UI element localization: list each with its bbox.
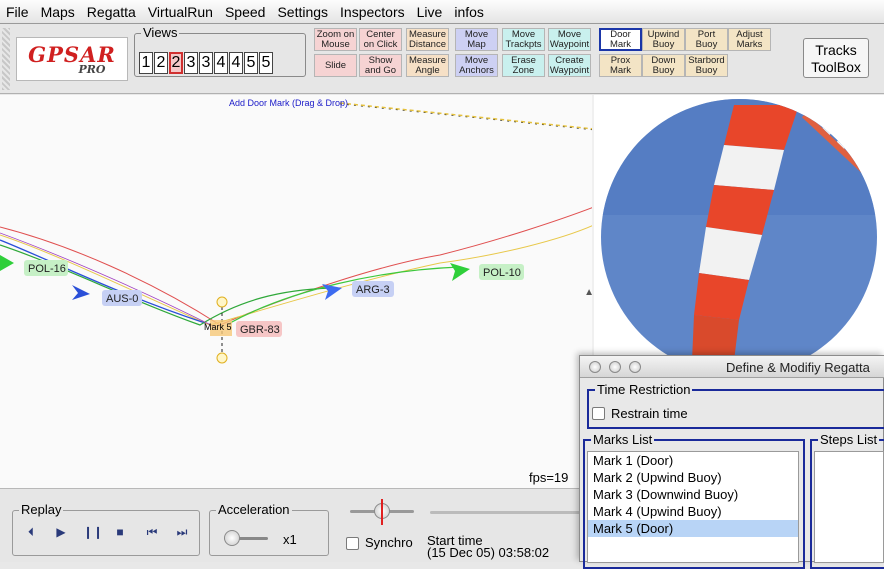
list-item[interactable]: Mark 1 (Door) [588,452,798,469]
view-button[interactable]: 2 [154,52,168,74]
time-restriction-title: Time Restriction [595,382,693,397]
move-trackpts-button[interactable]: Move Trackpts [502,28,545,51]
step-back-icon[interactable]: ⏴ [24,525,38,539]
door-mark-button[interactable]: Door Mark [599,28,642,51]
list-item[interactable]: Mark 2 (Upwind Buoy) [588,469,798,486]
zoom-window-icon[interactable] [629,361,641,373]
marks-list-title: Marks List [591,432,655,447]
windsock-image [601,99,877,361]
adjust-marks-button[interactable]: Adjust Marks [728,28,771,51]
view-button[interactable]: 4 [214,52,228,74]
pause-icon[interactable]: ❙❙ [83,525,103,539]
windsock-photo [594,95,884,361]
view-button[interactable]: 3 [184,52,198,74]
fast-forward-icon[interactable]: ⏭ [172,525,192,539]
replay-title: Replay [19,502,64,517]
list-item-selected[interactable]: Mark 5 (Door) [588,520,798,537]
timeline-track[interactable] [430,511,580,514]
down-buoy-button[interactable]: Down Buoy [642,54,685,77]
mark-5-label: Mark 5 [204,322,232,332]
tracks-toolbox-button[interactable]: Tracks ToolBox [803,38,869,78]
view-button-active[interactable]: 2 [169,52,183,74]
view-button[interactable]: 5 [244,52,258,74]
define-regatta-dialog: Define & Modifiy Regatta Time Restrictio… [579,355,884,569]
door-buoy-bottom-icon[interactable] [216,352,228,364]
menu-inspectors[interactable]: Inspectors [340,4,405,20]
map-hint: Add Door Mark (Drag & Drop) [229,98,348,108]
close-window-icon[interactable] [589,361,601,373]
boat-gbr83-label: GBR-83 [240,324,280,336]
rewind-icon[interactable]: ⏮ [142,525,162,539]
steps-list-title: Steps List [818,432,880,447]
views-title: Views [141,25,180,40]
starboard-buoy-button[interactable]: Starbord Buoy [685,54,728,77]
move-waypoint-button[interactable]: Move Waypoint [548,28,591,51]
track-pol10-green [229,266,461,324]
play-icon[interactable]: ▶ [54,525,68,539]
create-waypoint-button[interactable]: Create Waypoint [548,54,591,77]
boat-pol16-arrow-icon [0,255,14,271]
restrain-time-label: Restrain time [611,406,688,421]
measure-distance-button[interactable]: Measure Distance [406,28,449,51]
view-button[interactable]: 5 [259,52,273,74]
acceleration-value: x1 [283,532,297,547]
app-logo: GPSAR PRO [16,37,128,81]
menu-settings[interactable]: Settings [277,4,328,20]
time-slider-cursor [381,499,383,525]
menu-speed[interactable]: Speed [225,4,265,20]
view-button[interactable]: 1 [139,52,153,74]
menu-regatta[interactable]: Regatta [87,4,136,20]
slide-button[interactable]: Slide [314,54,357,77]
stop-icon[interactable]: ■ [113,525,127,539]
zoom-on-mouse-button[interactable]: Zoom on Mouse [314,28,357,51]
fps-counter: fps=19 [529,470,569,485]
menu-virtualrun[interactable]: VirtualRun [148,4,213,20]
synchro-checkbox[interactable] [346,537,359,550]
map-canvas[interactable]: Add Door Mark (Drag & Drop) Mark 5 POL-1… [0,95,594,488]
acceleration-title: Acceleration [216,502,292,517]
menu-file[interactable]: File [6,4,29,20]
measure-angle-button[interactable]: Measure Angle [406,54,449,77]
prox-mark-button[interactable]: Prox Mark [599,54,642,77]
list-item[interactable]: Mark 4 (Upwind Buoy) [588,503,798,520]
start-line [339,102,594,130]
boat-aus0-arrow-icon [72,285,90,300]
list-item[interactable]: Mark 3 (Downwind Buoy) [588,486,798,503]
boat-aus0-label: AUS-0 [106,293,138,305]
regatta-map[interactable]: Add Door Mark (Drag & Drop) Mark 5 POL-1… [0,95,594,488]
erase-zone-button[interactable]: Erase Zone [502,54,545,77]
steps-list[interactable] [814,451,884,563]
logo-subtext: PRO [78,63,106,76]
boat-pol16-label: POL-16 [28,263,66,275]
upwind-buoy-button[interactable]: Upwind Buoy [642,28,685,51]
menu-maps[interactable]: Maps [41,4,75,20]
synchro-label: Synchro [365,535,413,550]
boat-pol10-arrow-icon [450,263,470,281]
center-on-click-button[interactable]: Center on Click [359,28,402,51]
dialog-titlebar[interactable]: Define & Modifiy Regatta [580,356,884,378]
view-button[interactable]: 4 [229,52,243,74]
minimize-window-icon[interactable] [609,361,621,373]
track-aus0 [0,239,206,324]
start-time-value: (15 Dec 05) 03:58:02 [427,545,550,560]
track-arg3 [0,244,331,326]
menu-live[interactable]: Live [417,4,443,20]
view-button[interactable]: 3 [199,52,213,74]
menu-infos[interactable]: infos [454,4,484,20]
port-buoy-button[interactable]: Port Buoy [685,28,728,51]
boat-arg3-label: ARG-3 [356,284,390,296]
restrain-time-checkbox[interactable] [592,407,605,420]
show-and-go-button[interactable]: Show and Go [359,54,402,77]
dialog-title: Define & Modifiy Regatta [726,360,870,375]
start-line-shadow [339,103,594,131]
acceleration-slider-knob[interactable] [224,530,240,546]
boat-pol10-label: POL-10 [483,267,521,279]
marks-list[interactable]: Mark 1 (Door) Mark 2 (Upwind Buoy) Mark … [587,451,799,563]
menu-bar: File Maps Regatta VirtualRun Speed Setti… [0,0,884,24]
move-anchors-button[interactable]: Move Anchors [455,54,498,77]
move-map-button[interactable]: Move Map [455,28,498,51]
door-buoy-top-icon[interactable] [216,296,228,308]
views-group: Views 1 2 2 3 3 4 4 5 5 [134,25,306,77]
toolbar-grip[interactable] [2,28,10,90]
